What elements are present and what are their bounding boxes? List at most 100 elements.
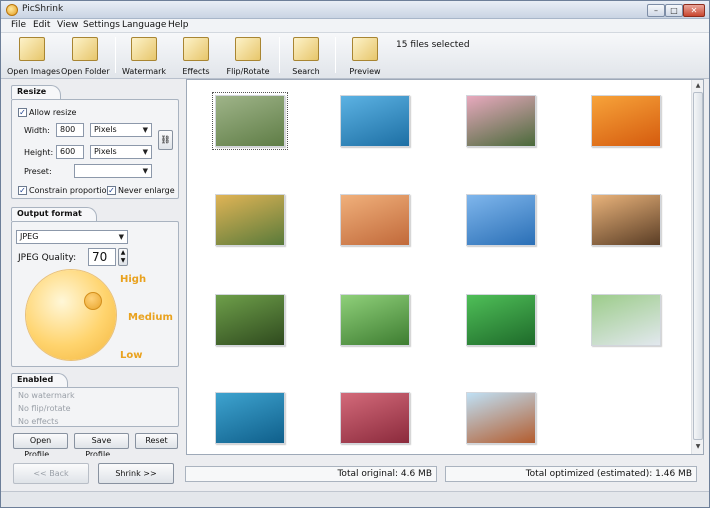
thumbnail-waterfall[interactable]	[591, 294, 661, 346]
preview-button[interactable]: Preview	[343, 35, 387, 77]
toolbar: Open Images Open Folder Watermark Effect…	[1, 33, 709, 79]
status-bar	[1, 491, 709, 507]
resize-tab: Resize	[11, 85, 62, 99]
enabled-item: No effects	[18, 417, 59, 426]
height-unit-select[interactable]: Pixels ▼	[90, 145, 152, 159]
height-input[interactable]: 600	[56, 145, 84, 159]
thumbnail-green-plants[interactable]	[466, 294, 536, 346]
watermark-label: Watermark	[121, 67, 167, 76]
constrain-checkbox[interactable]: ✓	[18, 186, 27, 195]
menu-file[interactable]: File	[11, 20, 26, 30]
reset-button[interactable]: Reset	[135, 433, 178, 449]
thumbnail-sunset-trees[interactable]	[591, 194, 661, 246]
width-input[interactable]: 800	[56, 123, 84, 137]
thumbnail-monument-valley[interactable]	[466, 392, 536, 444]
thumbnail-river-meadow[interactable]	[212, 92, 288, 150]
quality-dial[interactable]	[26, 270, 116, 360]
menu-bar: File Edit View Settings Language Help	[1, 19, 709, 33]
quality-stepper[interactable]: ▲ ▼	[118, 248, 128, 266]
chevron-down-icon: ▼	[142, 148, 148, 156]
height-label: Height:	[24, 148, 54, 157]
thumbnail-orange-flowers[interactable]	[591, 95, 661, 147]
back-button[interactable]: << Back	[13, 463, 89, 484]
thumbnail-autumn-tree[interactable]	[215, 194, 285, 246]
close-button[interactable]: ✕	[683, 4, 705, 17]
width-unit-select[interactable]: Pixels ▼	[90, 123, 152, 137]
menu-view[interactable]: View	[57, 20, 78, 30]
open-images-button[interactable]: Open Images	[7, 35, 61, 77]
effects-label: Effects	[182, 67, 210, 76]
width-label: Width:	[24, 126, 50, 135]
chevron-down-icon: ▼	[118, 233, 124, 241]
search-label: Search	[292, 67, 320, 76]
toolbar-separator	[279, 37, 280, 73]
quality-medium-label: Medium	[128, 312, 173, 323]
watermark-button[interactable]: Watermark	[121, 35, 167, 77]
allow-resize-label: Allow resize	[29, 108, 77, 117]
folder-icon	[72, 37, 98, 61]
effects-icon	[183, 37, 209, 61]
open-profile-button[interactable]: Open Profile...	[13, 433, 68, 459]
image-grid-icon	[19, 37, 45, 61]
thumbnail-sea-turtle[interactable]	[215, 392, 285, 444]
shrink-button[interactable]: Shrink >>	[98, 463, 174, 484]
scroll-down-icon[interactable]: ▼	[693, 442, 703, 452]
vertical-scrollbar[interactable]: ▲ ▼	[691, 80, 703, 454]
thumbnail-whale-tail[interactable]	[340, 95, 410, 147]
watermark-icon	[131, 37, 157, 61]
quality-low-label: Low	[120, 350, 143, 361]
enabled-item: No flip/rotate	[18, 404, 71, 413]
settings-panel: Resize ✓ Allow resize Width: 800 Pixels ▼…	[11, 85, 181, 459]
preview-label: Preview	[349, 67, 381, 76]
app-window: PicShrink – □ ✕ File Edit View Settings …	[0, 0, 710, 508]
thumbnail-toucan[interactable]	[215, 294, 285, 346]
total-optimized: Total optimized (estimated): 1.46 MB	[445, 466, 697, 482]
thumbnail-blue-sky-water[interactable]	[466, 194, 536, 246]
never-enlarge-checkbox[interactable]: ✓	[107, 186, 116, 195]
jpeg-quality-label: JPEG Quality:	[18, 253, 77, 263]
bottom-bar: << Back Shrink >> Total original: 4.6 MB…	[1, 456, 709, 490]
allow-resize-checkbox[interactable]: ✓	[18, 108, 27, 117]
flip-rotate-label: Flip/Rotate	[226, 67, 270, 76]
thumbnail-forest-path[interactable]	[340, 294, 410, 346]
enabled-group: No watermark No flip/rotate No effects	[11, 387, 179, 427]
flip-rotate-icon	[235, 37, 261, 61]
window-title: PicShrink	[22, 4, 64, 14]
save-profile-button[interactable]: Save Profile...	[74, 433, 129, 459]
open-folder-button[interactable]: Open Folder	[61, 35, 110, 77]
enabled-tab: Enabled	[11, 373, 69, 387]
preview-icon	[352, 37, 378, 61]
menu-edit[interactable]: Edit	[33, 20, 50, 30]
preset-select[interactable]: ▼	[74, 164, 152, 178]
thumbnail-desert-camel[interactable]	[340, 194, 410, 246]
preset-label: Preset:	[24, 167, 52, 176]
menu-help[interactable]: Help	[168, 20, 189, 30]
constrain-label: Constrain proportions	[29, 186, 116, 195]
height-unit-value: Pixels	[94, 147, 117, 156]
minimize-button[interactable]: –	[647, 4, 665, 17]
thumbnail-area[interactable]: ▲ ▼	[186, 79, 704, 455]
thumbnail-red-leaves[interactable]	[340, 392, 410, 444]
quality-dial-knob[interactable]	[84, 292, 102, 310]
toolbar-separator	[335, 37, 336, 73]
width-unit-value: Pixels	[94, 125, 117, 134]
scrollbar-thumb[interactable]	[693, 92, 703, 440]
flip-rotate-button[interactable]: Flip/Rotate	[225, 35, 271, 77]
effects-button[interactable]: Effects	[175, 35, 217, 77]
output-format-group: JPEG ▼ JPEG Quality: 70 ▲ ▼ High Medium Lo…	[11, 221, 179, 367]
jpeg-quality-input[interactable]: 70	[88, 248, 116, 266]
maximize-button[interactable]: □	[665, 4, 683, 17]
scroll-up-icon[interactable]: ▲	[693, 81, 703, 91]
total-original: Total original: 4.6 MB	[185, 466, 437, 482]
menu-language[interactable]: Language	[122, 20, 166, 30]
chevron-down-icon: ▼	[142, 167, 148, 175]
thumbnail-pink-flowers[interactable]	[466, 95, 536, 147]
open-images-label: Open Images	[7, 67, 61, 76]
never-enlarge-label: Never enlarge	[118, 186, 175, 195]
search-icon	[293, 37, 319, 61]
search-button[interactable]: Search	[285, 35, 327, 77]
format-select[interactable]: JPEG ▼	[16, 230, 128, 244]
enabled-item: No watermark	[18, 391, 75, 400]
lock-proportions-button[interactable]: ⛓	[158, 130, 173, 150]
menu-settings[interactable]: Settings	[83, 20, 120, 30]
